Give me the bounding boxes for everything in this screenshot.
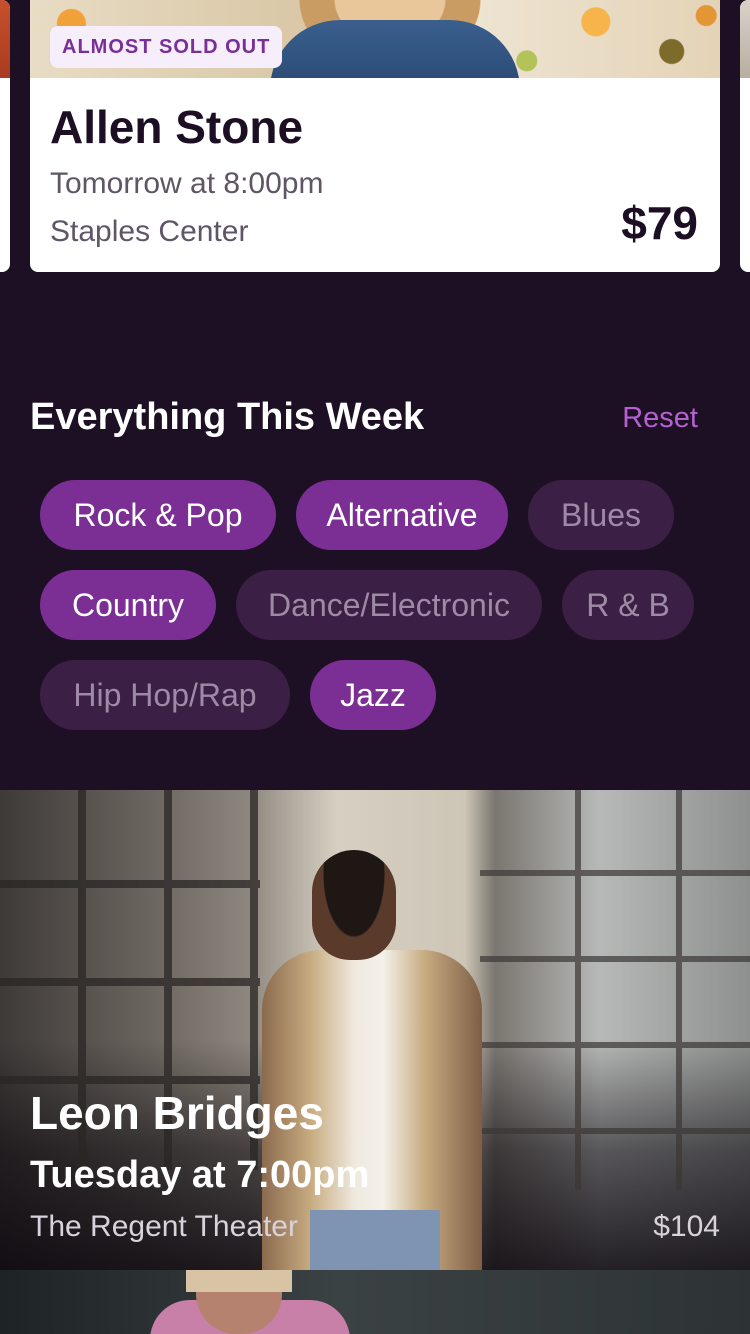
genre-chip-jazz[interactable]: Jazz [310,660,436,730]
featured-event-price: $104 [653,1210,720,1243]
featured-event-venue: The Regent Theater [30,1210,298,1243]
next-featured-event[interactable] [0,1270,750,1334]
genre-chip-dance-electronic[interactable]: Dance/Electronic [236,570,542,640]
next-event-photo [740,0,750,78]
featured-event-title: Leon Bridges [30,1087,324,1139]
event-price: $79 [621,197,698,249]
event-card-allen-stone[interactable]: ALMOST SOLD OUT Allen Stone Tomorrow at … [30,0,720,272]
genre-chip-hip-hop-rap[interactable]: Hip Hop/Rap [40,660,290,730]
next-event-card[interactable] [740,0,750,272]
background-window-right [480,790,750,1190]
genre-chip-r-and-b[interactable]: R & B [562,570,694,640]
featured-event-leon-bridges[interactable]: Leon Bridges Tuesday at 7:00pm The Regen… [0,790,750,1270]
genre-chip-country[interactable]: Country [40,570,216,640]
previous-event-card[interactable] [0,0,10,272]
featured-event-time: Tuesday at 7:00pm [30,1154,370,1196]
screen: ALMOST SOLD OUT Allen Stone Tomorrow at … [0,0,750,1334]
genre-chip-blues[interactable]: Blues [528,480,674,550]
artist-pants [310,1210,440,1270]
artist-shirt [270,20,520,78]
genre-chip-rock-pop[interactable]: Rock & Pop [40,480,276,550]
event-title: Allen Stone [50,101,304,153]
previous-event-photo [0,0,10,78]
genre-chip-alternative[interactable]: Alternative [296,480,508,550]
reset-button[interactable]: Reset [622,402,698,435]
event-time: Tomorrow at 8:00pm [50,167,324,200]
event-venue: Staples Center [50,215,249,248]
artist-head [312,850,396,960]
section-title: Everything This Week [30,396,425,438]
next-artist-hair [186,1270,292,1292]
almost-sold-out-badge: ALMOST SOLD OUT [50,26,283,68]
